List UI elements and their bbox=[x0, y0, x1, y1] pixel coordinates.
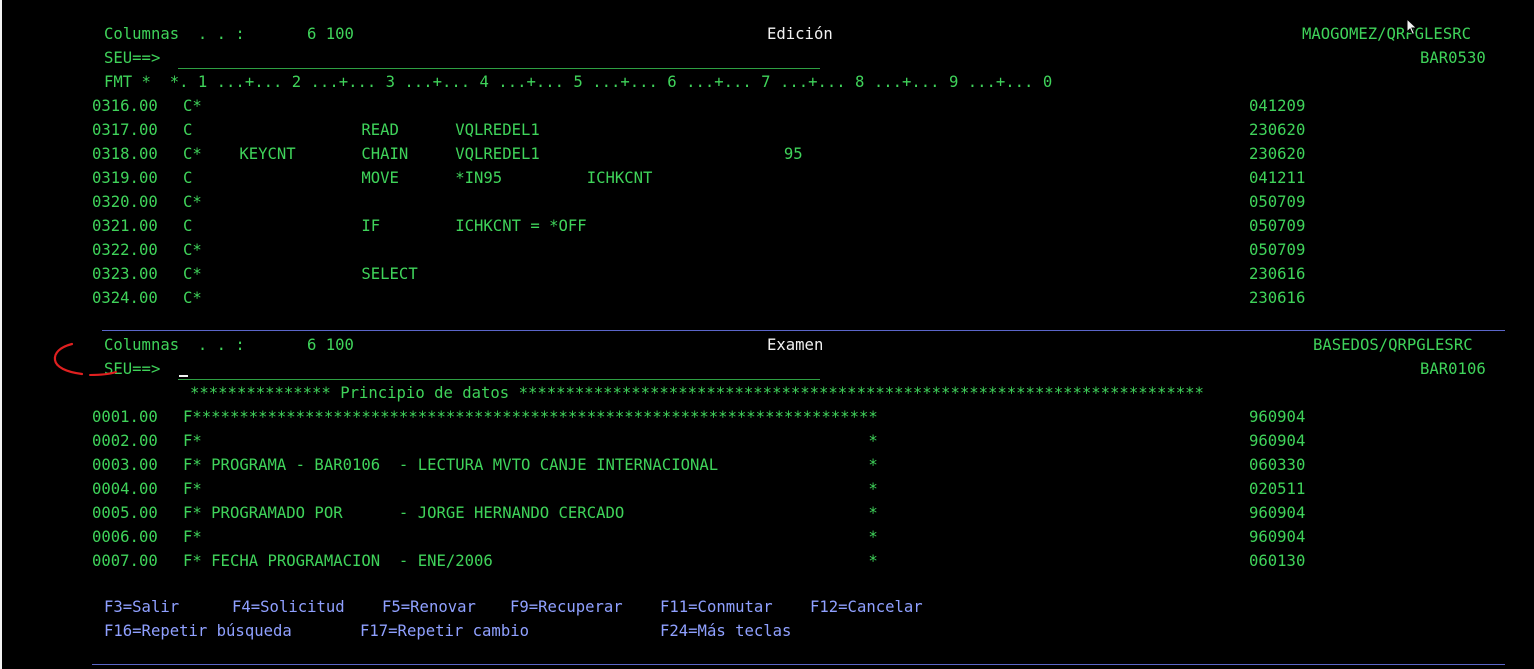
line-source-code: C* bbox=[183, 241, 202, 259]
line-source-code: F* * bbox=[183, 432, 878, 450]
top-mode-title: Edición bbox=[767, 25, 833, 43]
top-seu-command-input[interactable] bbox=[178, 68, 820, 69]
line-sequence-number: 0318.00 bbox=[92, 145, 158, 163]
line-sequence-number: 0324.00 bbox=[92, 289, 158, 307]
line-change-date: 230620 bbox=[1249, 121, 1306, 139]
line-change-date: 960904 bbox=[1249, 504, 1306, 522]
bottom-mode-title: Examen bbox=[767, 336, 824, 354]
line-change-date: 050709 bbox=[1249, 217, 1306, 235]
line-sequence-number: 0320.00 bbox=[92, 193, 158, 211]
bottom-source-file: BASEDOS/QRPGLESRC bbox=[1313, 336, 1473, 354]
line-change-date: 020511 bbox=[1249, 480, 1306, 498]
line-change-date: 050709 bbox=[1249, 193, 1306, 211]
line-change-date: 041211 bbox=[1249, 169, 1306, 187]
line-sequence-number: 0005.00 bbox=[92, 504, 158, 522]
fkey-f12-cancelar[interactable]: F12=Cancelar bbox=[810, 598, 923, 616]
mouse-pointer-icon bbox=[1406, 18, 1418, 36]
fkey-f11-conmutar[interactable]: F11=Conmutar bbox=[660, 598, 773, 616]
top-columns-value: 6 100 bbox=[307, 25, 354, 43]
data-start-banner: *************** Principio de datos *****… bbox=[190, 384, 1204, 402]
line-sequence-number: 0006.00 bbox=[92, 528, 158, 546]
line-sequence-number: 0007.00 bbox=[92, 552, 158, 570]
line-change-date: 230616 bbox=[1249, 265, 1306, 283]
line-change-date: 060330 bbox=[1249, 456, 1306, 474]
line-change-date: 960904 bbox=[1249, 528, 1306, 546]
fkey-f4-solicitud[interactable]: F4=Solicitud bbox=[232, 598, 345, 616]
bottom-columns-value: 6 100 bbox=[307, 336, 354, 354]
line-source-code: F***************************************… bbox=[183, 408, 878, 426]
line-sequence-number: 0001.00 bbox=[92, 408, 158, 426]
top-source-file: MAOGOMEZ/QRPGLESRC bbox=[1302, 25, 1471, 43]
bottom-columns-label: Columnas . . : bbox=[104, 336, 245, 354]
line-source-code: C IF ICHKCNT = *OFF bbox=[183, 217, 587, 235]
line-source-code: C READ VQLREDEL1 bbox=[183, 121, 540, 139]
text-cursor bbox=[179, 375, 188, 377]
fkey-f16-repetir-busqueda[interactable]: F16=Repetir búsqueda bbox=[104, 622, 292, 640]
line-sequence-number: 0321.00 bbox=[92, 217, 158, 235]
line-source-code: C* bbox=[183, 289, 202, 307]
top-member: BAR0530 bbox=[1420, 49, 1486, 67]
line-sequence-number: 0316.00 bbox=[92, 97, 158, 115]
top-seu-prompt: SEU==> bbox=[104, 49, 161, 67]
fkey-f3-salir[interactable]: F3=Salir bbox=[104, 598, 179, 616]
line-source-code: F* PROGRAMADO POR - JORGE HERNANDO CERCA… bbox=[183, 504, 878, 522]
bottom-border-line bbox=[92, 664, 1505, 665]
line-sequence-number: 0322.00 bbox=[92, 241, 158, 259]
fkey-f17-repetir-cambio[interactable]: F17=Repetir cambio bbox=[360, 622, 529, 640]
line-source-code: F* * bbox=[183, 480, 878, 498]
line-source-code: C MOVE *IN95 ICHKCNT bbox=[183, 169, 653, 187]
line-source-code: C* bbox=[183, 97, 202, 115]
line-change-date: 960904 bbox=[1249, 432, 1306, 450]
fkey-f9-recuperar[interactable]: F9=Recuperar bbox=[510, 598, 623, 616]
line-sequence-number: 0319.00 bbox=[92, 169, 158, 187]
session-separator bbox=[102, 330, 1505, 331]
line-source-code: C* KEYCNT CHAIN VQLREDEL1 95 bbox=[183, 145, 803, 163]
fkey-f5-renovar[interactable]: F5=Renovar bbox=[382, 598, 476, 616]
fkey-f24-mas-teclas[interactable]: F24=Más teclas bbox=[660, 622, 791, 640]
line-sequence-number: 0003.00 bbox=[92, 456, 158, 474]
line-change-date: 960904 bbox=[1249, 408, 1306, 426]
bottom-member: BAR0106 bbox=[1420, 360, 1486, 378]
top-fmt-ruler: FMT * *. 1 ...+... 2 ...+... 3 ...+... 4… bbox=[104, 73, 1053, 91]
bottom-seu-command-input[interactable] bbox=[178, 379, 820, 380]
line-source-code: F* PROGRAMA - BAR0106 - LECTURA MVTO CAN… bbox=[183, 456, 878, 474]
line-source-code: F* * bbox=[183, 528, 878, 546]
top-columns-label: Columnas . . : bbox=[104, 25, 245, 43]
line-source-code: C* bbox=[183, 193, 202, 211]
line-source-code: C* SELECT bbox=[183, 265, 418, 283]
terminal-screen: Columnas . . : 6 100 Edición MAOGOMEZ/QR… bbox=[0, 0, 1534, 669]
line-change-date: 230620 bbox=[1249, 145, 1306, 163]
line-change-date: 230616 bbox=[1249, 289, 1306, 307]
line-sequence-number: 0004.00 bbox=[92, 480, 158, 498]
line-sequence-number: 0317.00 bbox=[92, 121, 158, 139]
red-annotation-mark-icon bbox=[53, 342, 117, 376]
line-sequence-number: 0002.00 bbox=[92, 432, 158, 450]
line-source-code: F* FECHA PROGRAMACION - ENE/2006 * bbox=[183, 552, 878, 570]
line-change-date: 060130 bbox=[1249, 552, 1306, 570]
line-change-date: 050709 bbox=[1249, 241, 1306, 259]
line-change-date: 041209 bbox=[1249, 97, 1306, 115]
line-sequence-number: 0323.00 bbox=[92, 265, 158, 283]
